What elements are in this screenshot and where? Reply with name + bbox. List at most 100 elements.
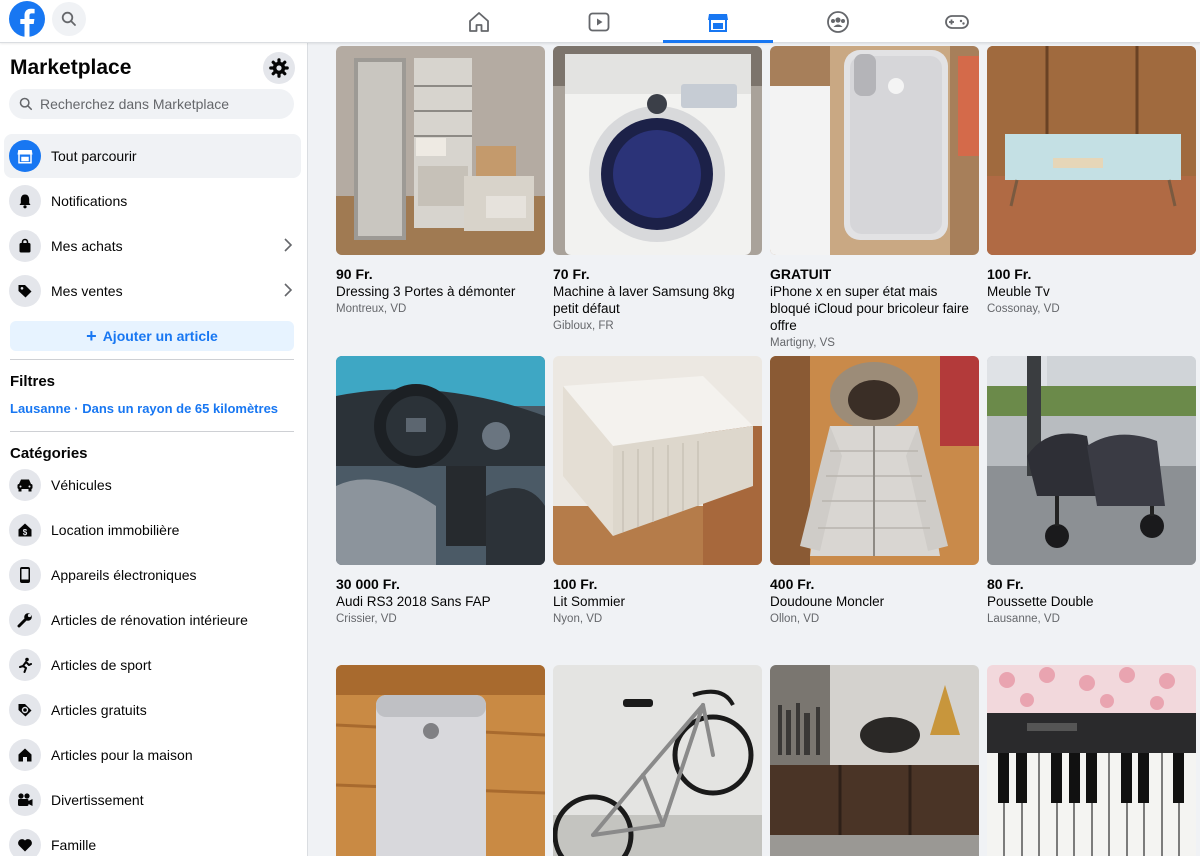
facebook-logo-icon[interactable] — [9, 1, 45, 37]
location-filter-link[interactable]: Lausanne · Dans un rayon de 65 kilomètre… — [10, 401, 278, 416]
tab-home[interactable] — [424, 0, 534, 43]
category-property-rentals[interactable]: $ Location immobilière — [4, 508, 301, 552]
listing-title: iPhone x en super état mais bloqué iClou… — [770, 284, 969, 333]
gear-icon — [269, 58, 289, 78]
search-icon — [19, 97, 33, 111]
sidebar-item-label: Mes ventes — [51, 283, 123, 299]
listing-photo-iphone-x — [770, 46, 979, 255]
category-label: Location immobilière — [51, 522, 180, 538]
listing-card[interactable]: 90 Fr. Dressing 3 Portes à démonter Mont… — [336, 46, 545, 317]
tab-watch[interactable] — [544, 0, 654, 43]
listing-photo-washing-machine — [553, 46, 762, 255]
free-tag-icon — [9, 694, 41, 726]
category-label: Articles gratuits — [51, 702, 147, 718]
camera-icon — [9, 784, 41, 816]
filters-heading: Filtres — [10, 373, 56, 390]
listing-card[interactable] — [553, 665, 762, 856]
sidebar-item-notifications[interactable]: Notifications — [4, 179, 301, 223]
listing-photo-down-jacket — [770, 356, 979, 565]
listing-price: 70 Fr. — [553, 266, 590, 282]
category-sports[interactable]: Articles de sport — [4, 643, 301, 687]
shopping-bag-icon — [9, 230, 41, 262]
listing-location: Ollon, VD — [770, 613, 820, 625]
car-icon — [9, 469, 41, 501]
groups-icon — [827, 10, 849, 33]
tab-marketplace[interactable] — [663, 0, 773, 43]
category-home-improvement[interactable]: Articles de rénovation intérieure — [4, 598, 301, 642]
category-electronics[interactable]: Appareils électroniques — [4, 553, 301, 597]
tab-groups[interactable] — [783, 0, 893, 43]
settings-gear-button[interactable] — [263, 52, 295, 84]
category-label: Famille — [51, 837, 97, 853]
listing-card[interactable]: 100 Fr. Meuble Tv Cossonay, VD — [987, 46, 1196, 317]
category-label: Articles de sport — [51, 657, 152, 673]
listing-price: 100 Fr. — [987, 266, 1032, 282]
phone-icon — [9, 559, 41, 591]
listing-title: Poussette Double — [987, 594, 1094, 609]
listing-card[interactable]: 80 Fr. Poussette Double Lausanne, VD — [987, 356, 1196, 627]
category-family[interactable]: Famille — [4, 823, 301, 856]
marketplace-icon — [708, 13, 728, 32]
listing-card[interactable]: GRATUIT iPhone x en super état mais bloq… — [770, 46, 979, 351]
home-icon — [9, 739, 41, 771]
chevron-right-icon — [284, 283, 293, 297]
category-label: Appareils électroniques — [51, 567, 197, 583]
category-vehicles[interactable]: Véhicules — [4, 463, 301, 507]
search-placeholder: Recherchez dans Marketplace — [40, 96, 230, 112]
marketplace-search-input[interactable]: Recherchez dans Marketplace — [9, 89, 294, 119]
listing-title: Dressing 3 Portes à démonter — [336, 284, 516, 299]
listing-title: Lit Sommier — [553, 594, 626, 609]
sidebar-item-label: Notifications — [51, 193, 128, 209]
listing-card[interactable] — [336, 665, 545, 856]
category-label: Articles de rénovation intérieure — [51, 612, 248, 628]
sidebar-item-browse-all[interactable]: Tout parcourir — [4, 134, 301, 178]
marketplace-sidebar: Marketplace Recherchez dans Marketplace … — [0, 43, 308, 856]
tab-gaming[interactable] — [902, 0, 1012, 43]
listing-location: Cossonay, VD — [987, 303, 1060, 315]
listing-card[interactable] — [770, 665, 979, 856]
listing-photo-tv-stand — [987, 46, 1196, 255]
listing-photo-iphone — [336, 665, 545, 856]
listing-photo-road-bike — [553, 665, 762, 856]
sidebar-item-label: Tout parcourir — [51, 148, 137, 164]
category-entertainment[interactable]: Divertissement — [4, 778, 301, 822]
svg-text:$: $ — [23, 528, 28, 537]
heart-icon — [9, 829, 41, 856]
listing-photo-wardrobe — [336, 46, 545, 255]
listing-photo-keyboard-piano — [987, 665, 1196, 856]
search-icon[interactable] — [52, 2, 86, 36]
sidebar-item-sales[interactable]: Mes ventes — [4, 269, 301, 313]
listing-card[interactable]: 400 Fr. Doudoune Moncler Ollon, VD — [770, 356, 979, 627]
listing-location: Crissier, VD — [336, 613, 397, 625]
listing-card[interactable]: 100 Fr. Lit Sommier Nyon, VD — [553, 356, 762, 627]
sidebar-item-label: Mes achats — [51, 238, 123, 254]
divider — [10, 431, 294, 432]
listing-photo-mattress — [553, 356, 762, 565]
wrench-icon — [9, 604, 41, 636]
listing-title: Audi RS3 2018 Sans FAP — [336, 594, 491, 609]
category-free-stuff[interactable]: Articles gratuits — [4, 688, 301, 732]
listing-price: 400 Fr. — [770, 576, 815, 592]
listing-card[interactable]: 30 000 Fr. Audi RS3 2018 Sans FAP Crissi… — [336, 356, 545, 627]
house-dollar-icon: $ — [9, 514, 41, 546]
listing-title: Doudoune Moncler — [770, 594, 885, 609]
listing-price: 90 Fr. — [336, 266, 373, 282]
bell-icon — [9, 185, 41, 217]
listing-location: Gibloux, FR — [553, 320, 614, 332]
sidebar-item-purchases[interactable]: Mes achats — [4, 224, 301, 268]
listing-card[interactable] — [987, 665, 1196, 856]
listing-title: Machine à laver Samsung 8kg petit défaut — [553, 284, 735, 316]
price-tag-icon — [9, 275, 41, 307]
listing-location: Lausanne, VD — [987, 613, 1060, 625]
category-home-goods[interactable]: Articles pour la maison — [4, 733, 301, 777]
listing-photo-car-interior — [336, 356, 545, 565]
page-title: Marketplace — [10, 56, 132, 79]
watch-icon — [588, 12, 610, 31]
categories-heading: Catégories — [10, 445, 88, 462]
chevron-right-icon — [284, 238, 293, 252]
category-label: Véhicules — [51, 477, 112, 493]
listing-card[interactable]: 70 Fr. Machine à laver Samsung 8kg petit… — [553, 46, 762, 334]
divider — [10, 359, 294, 360]
add-article-button[interactable]: + Ajouter un article — [10, 321, 294, 351]
listing-price: 30 000 Fr. — [336, 576, 400, 592]
